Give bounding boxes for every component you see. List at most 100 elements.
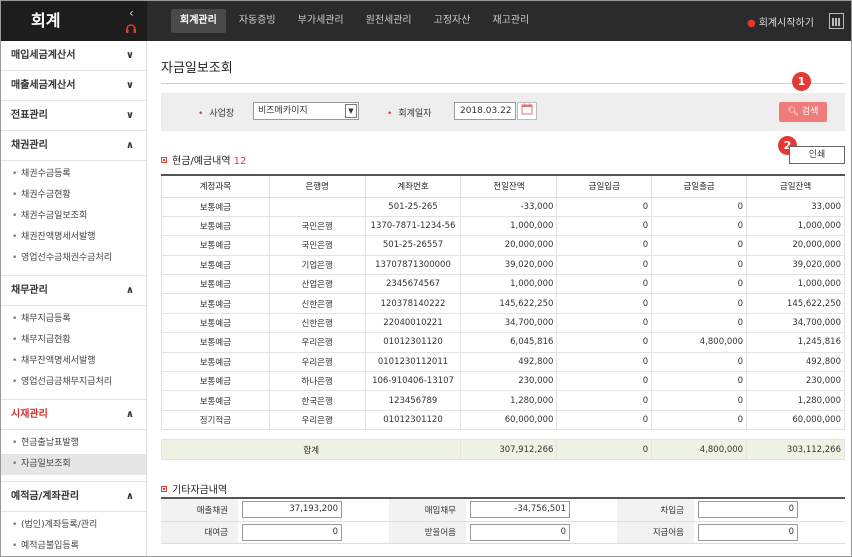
other-funds-value-field[interactable]: 0 — [698, 501, 798, 519]
table-row[interactable]: 보통예금 하나은행 106-910406-13107 230,000 0 0 230,000 — [161, 371, 845, 392]
table-row[interactable]: 보통예금 501-25-265 -33,000 0 0 33,000 — [161, 196, 845, 217]
table-row[interactable]: 보통예금 우리은행 01012301120 6,045,816 0 4,800,000 1,… — [161, 332, 845, 353]
table-cell: 1,000,000 — [460, 215, 558, 237]
other-funds-value-field[interactable]: 0 — [242, 523, 342, 541]
table-row[interactable]: 정기적금 우리은행 01012301120 60,000,000 0 0 60,000,00… — [161, 409, 845, 431]
sidebar-item[interactable]: 영업선급금채무지급처리 — [1, 372, 146, 393]
other-funds-value-cell: 0 — [694, 499, 845, 522]
start-accounting-link[interactable]: ● 회계시작하기 — [747, 14, 814, 29]
sidebar-item[interactable]: 영업선수금채권수금처리 — [1, 248, 146, 269]
sidebar-item[interactable]: (법인)계좌등록/관리 — [1, 515, 146, 536]
table-cell: 보통예금 — [161, 351, 270, 373]
sidebar-item[interactable]: 채무지급등록 — [1, 309, 146, 330]
table-cell: 0 — [651, 371, 748, 392]
search-icon: 🔍︎ — [787, 107, 799, 117]
other-funds-value-field[interactable]: 0 — [470, 523, 570, 541]
sidebar-item[interactable]: 채무잔액명세서발행 — [1, 351, 146, 372]
sidebar-section-voucher[interactable]: 전표관리 ∨ — [1, 101, 146, 131]
search-panel: • 사업장 비즈메카이지 ▼ • 회계일자 2018.03.22 🔍︎ 검색 — [161, 93, 845, 131]
sidebar-section-receivables[interactable]: 채권관리 ∧ — [1, 131, 146, 161]
table-spacer — [161, 429, 845, 441]
table-cell: 13707871300000 — [364, 254, 462, 276]
calendar-icon[interactable] — [517, 102, 537, 120]
chevron-up-icon: ∧ — [125, 285, 134, 296]
table-cell: 하나은행 — [268, 371, 366, 392]
table-cell: 보통예금 — [161, 293, 270, 314]
date-input[interactable]: 2018.03.22 — [454, 102, 516, 120]
table-cell: 4,800,000 — [651, 332, 748, 353]
nav-tab-vat[interactable]: 부가세관리 — [289, 9, 353, 33]
table-row[interactable]: 보통예금 국민은행 501-25-26557 20,000,000 0 0 20,000,0… — [161, 235, 845, 256]
sidebar-section-deposits[interactable]: 예적금/계좌관리 ∧ — [1, 482, 146, 512]
table-cell: 01012301120 — [364, 332, 462, 353]
table-cell: 145,622,250 — [746, 293, 845, 314]
table-cell: 0 — [556, 332, 653, 353]
other-funds-value-field[interactable]: 0 — [698, 523, 798, 541]
table-cell: 1,000,000 — [746, 274, 845, 295]
table-row[interactable]: 보통예금 기업은행 13707871300000 39,020,000 0 0 39,020… — [161, 254, 845, 276]
date-label: • 회계일자 — [387, 109, 432, 119]
spacer-cell — [651, 429, 747, 441]
sidebar-section-sales-invoice[interactable]: 매출세금계산서 ∨ — [1, 71, 146, 101]
nav-tab-accounting[interactable]: 회계관리 — [171, 9, 226, 33]
table-row[interactable]: 보통예금 산업은행 2345674567 1,000,000 0 0 1,000,000 — [161, 274, 845, 295]
table-cell: 0101230112011 — [364, 351, 462, 373]
table-cell: 0 — [556, 390, 653, 411]
sidebar-item-daily-fund-report[interactable]: 자금일보조회 — [1, 454, 146, 475]
sidebar-section-label: 전표관리 — [11, 110, 48, 121]
table-cell: 60,000,000 — [746, 409, 845, 431]
table-cell: 22040010221 — [364, 312, 462, 334]
other-funds-value-cell: 37,193,200 — [238, 499, 389, 522]
table-cell: 0 — [651, 254, 748, 276]
other-funds-row: 매출채권 37,193,200 매입채무 -34,756,501 차입금 0 — [161, 499, 845, 522]
biz-label: • 사업장 — [198, 109, 235, 119]
print-button[interactable]: 인쇄 — [789, 146, 845, 164]
other-funds-label: 지급어음 — [617, 521, 694, 544]
table-row[interactable]: 보통예금 신한은행 22040010221 34,700,000 0 0 34,700,00… — [161, 312, 845, 334]
other-funds-value-field[interactable]: -34,756,501 — [470, 501, 570, 519]
table-row[interactable]: 보통예금 국민은행 1370-7871-1234-56 1,000,000 0 0 1,00… — [161, 215, 845, 237]
table-row[interactable]: 보통예금 한국은행 123456789 1,280,000 0 0 1,280,000 — [161, 390, 845, 411]
table-cell: 보통예금 — [161, 215, 270, 237]
table-cell: 0 — [556, 196, 653, 217]
sidebar-item[interactable]: 채권수금일보조회 — [1, 206, 146, 227]
spacer-cell — [269, 429, 366, 441]
nav-tab-auto-evidence[interactable]: 자동증빙 — [230, 9, 285, 33]
calculator-icon[interactable] — [829, 13, 844, 29]
table-cell: 우리은행 — [268, 351, 366, 373]
table-row[interactable]: 보통예금 신한은행 120378140222 145,622,250 0 0 145,622… — [161, 293, 845, 314]
sidebar-item[interactable]: 채권수금등록 — [1, 164, 146, 185]
table-cell: 501-25-26557 — [364, 235, 462, 256]
sidebar-item[interactable]: 채무지급현황 — [1, 330, 146, 351]
sidebar-section-label: 시재관리 — [11, 409, 48, 420]
table-cell: 보통예금 — [161, 196, 270, 217]
nav-tab-fixed-assets[interactable]: 고정자산 — [425, 9, 480, 33]
table-cell: 0 — [651, 409, 748, 431]
section-title-cash-deposits: 현금/예금내역 12 — [161, 152, 246, 167]
collapse-sidebar-icon[interactable]: ‹ — [129, 6, 134, 20]
other-funds-value-field[interactable]: 37,193,200 — [242, 501, 342, 519]
col-header-prev-balance: 전일잔액 — [460, 174, 558, 198]
support-headset-icon[interactable] — [125, 23, 137, 38]
table-cell: 정기적금 — [161, 409, 270, 431]
table-cell: 0 — [651, 274, 748, 295]
total-row: 합계 307,912,266 0 4,800,000 303,112,266 — [160, 439, 845, 461]
table-cell — [268, 196, 366, 217]
table-row[interactable]: 보통예금 우리은행 0101230112011 492,800 0 0 492,800 — [161, 351, 845, 373]
sidebar-section-payables[interactable]: 채무관리 ∧ — [1, 276, 146, 306]
sidebar-section-cash[interactable]: 시재관리 ∧ — [1, 400, 146, 430]
sidebar-item[interactable]: 예적금불입등록 — [1, 536, 146, 556]
table-cell: 0 — [651, 215, 748, 237]
section-marker-icon — [161, 486, 167, 492]
nav-tab-withholding-tax[interactable]: 원천세관리 — [357, 9, 421, 33]
table-cell: 1,000,000 — [746, 215, 845, 237]
sidebar-item[interactable]: 채권수금현황 — [1, 185, 146, 206]
biz-select[interactable]: 비즈메카이지 ▼ — [253, 102, 359, 120]
sidebar-item[interactable]: 채권잔액명세서발행 — [1, 227, 146, 248]
col-header-account: 계정과목 — [161, 174, 270, 198]
nav-tab-inventory[interactable]: 재고관리 — [483, 9, 538, 33]
sidebar-section-label: 채권관리 — [11, 140, 48, 151]
sidebar-item-cashbook[interactable]: 현금출납표발행 — [1, 433, 146, 454]
search-button[interactable]: 🔍︎ 검색 — [779, 102, 827, 122]
sidebar-section-purchase-invoice[interactable]: 매입세금계산서 ∨ — [1, 41, 146, 71]
